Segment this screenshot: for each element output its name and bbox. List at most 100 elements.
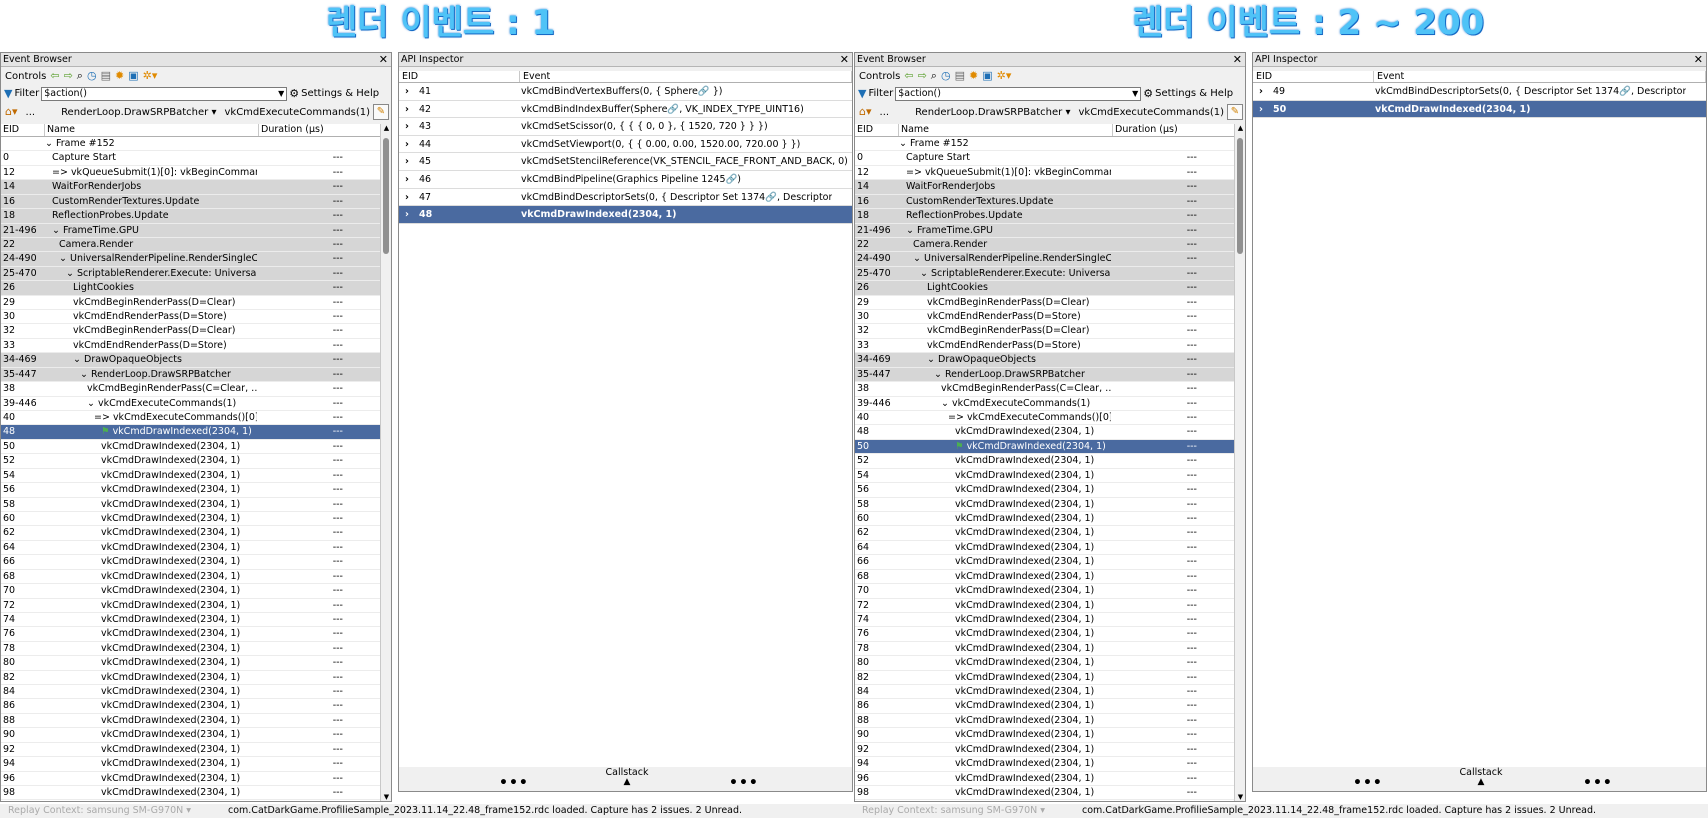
- table-row[interactable]: 90 vkCmdDrawIndexed(2304, 1) ---: [1, 728, 391, 743]
- table-row[interactable]: 38 vkCmdBeginRenderPass(C=Clear, … ---: [855, 382, 1245, 397]
- table-row[interactable]: 66 vkCmdDrawIndexed(2304, 1) ---: [855, 555, 1245, 570]
- scroll-up-icon[interactable]: ▲: [381, 124, 391, 132]
- gear-icon[interactable]: ⚙: [1143, 87, 1153, 100]
- table-row[interactable]: 22 Camera.Render ---: [1, 237, 391, 253]
- api-inspector-list[interactable]: EID Event › 41 vkCmdBindVertexBuffers(0, …: [399, 71, 852, 779]
- table-row[interactable]: 58 vkCmdDrawIndexed(2304, 1) ---: [855, 498, 1245, 512]
- api-row[interactable]: › 47 vkCmdBindDescriptorSets(0, { Descri…: [399, 188, 852, 207]
- chevron-right-icon[interactable]: ›: [1259, 101, 1263, 118]
- table-row[interactable]: 29 vkCmdBeginRenderPass(D=Clear) ---: [855, 296, 1245, 311]
- table-row[interactable]: 96 vkCmdDrawIndexed(2304, 1) ---: [855, 772, 1245, 786]
- table-row[interactable]: 30 vkCmdEndRenderPass(D=Store) ---: [1, 310, 391, 325]
- table-row[interactable]: 34-469 ⌄ DrawOpaqueObjects ---: [855, 353, 1245, 368]
- chevron-right-icon[interactable]: ›: [405, 171, 409, 188]
- breadcrumb-item-executecommands[interactable]: vkCmdExecuteCommands(1): [224, 107, 370, 118]
- chevron-right-icon[interactable]: ›: [1259, 83, 1263, 100]
- close-icon[interactable]: ✕: [379, 53, 388, 66]
- find-icon[interactable]: ⌕: [931, 70, 937, 82]
- edit-pin-icon[interactable]: ✎: [373, 104, 389, 120]
- forward-arrow-icon[interactable]: ⇨: [64, 70, 73, 82]
- table-row[interactable]: 66 vkCmdDrawIndexed(2304, 1) ---: [1, 555, 391, 570]
- breadcrumb-item-executecommands[interactable]: vkCmdExecuteCommands(1): [1078, 107, 1224, 118]
- table-row[interactable]: 54 vkCmdDrawIndexed(2304, 1) ---: [855, 469, 1245, 484]
- settings-dropdown-icon[interactable]: ✲▾: [143, 70, 158, 82]
- table-row[interactable]: 88 vkCmdDrawIndexed(2304, 1) ---: [855, 714, 1245, 729]
- bookmark-icon[interactable]: ▤: [101, 70, 111, 82]
- col-duration[interactable]: Duration (µs): [1113, 124, 1235, 136]
- table-row[interactable]: 16 CustomRenderTextures.Update ---: [1, 194, 391, 210]
- api-row[interactable]: › 43 vkCmdSetScissor(0, { { { 0, 0 }, { …: [399, 118, 852, 136]
- breadcrumb-item-drawsrpbatcher[interactable]: RenderLoop.DrawSRPBatcher ▾: [61, 107, 216, 118]
- table-row[interactable]: 64 vkCmdDrawIndexed(2304, 1) ---: [855, 541, 1245, 556]
- table-row[interactable]: 24-490 ⌄ UniversalRenderPipeline.RenderS…: [855, 252, 1245, 267]
- table-row[interactable]: 60 vkCmdDrawIndexed(2304, 1) ---: [1, 512, 391, 527]
- table-row[interactable]: 90 vkCmdDrawIndexed(2304, 1) ---: [855, 728, 1245, 743]
- filter-input[interactable]: $action() ▼: [895, 86, 1142, 101]
- back-arrow-icon[interactable]: ⇦: [904, 70, 913, 82]
- table-row[interactable]: 86 vkCmdDrawIndexed(2304, 1) ---: [1, 699, 391, 714]
- settings-dropdown-icon[interactable]: ✲▾: [997, 70, 1012, 82]
- table-row[interactable]: 62 vkCmdDrawIndexed(2304, 1) ---: [1, 526, 391, 541]
- chevron-right-icon[interactable]: ›: [405, 101, 409, 118]
- table-row[interactable]: 25-470 ⌄ ScriptableRenderer.Execute: Uni…: [1, 266, 391, 282]
- api-row[interactable]: › 44 vkCmdSetViewport(0, { { 0.00, 0.00,…: [399, 135, 852, 154]
- home-icon[interactable]: ⌂▾: [5, 106, 18, 118]
- clock-icon[interactable]: ◷: [941, 70, 951, 82]
- scroll-up-icon[interactable]: ▲: [1235, 124, 1245, 132]
- scroll-down-icon[interactable]: ▼: [381, 793, 391, 801]
- table-row[interactable]: 50 vkCmdDrawIndexed(2304, 1) ---: [1, 440, 391, 455]
- table-row[interactable]: 94 vkCmdDrawIndexed(2304, 1) ---: [1, 757, 391, 772]
- chevron-down-icon[interactable]: ⌄: [45, 138, 53, 149]
- chevron-down-icon[interactable]: ⌄: [59, 253, 67, 264]
- event-tree[interactable]: EID Name Duration (µs) ⌄ Frame #152 0 Ca…: [1, 124, 391, 801]
- col-eid[interactable]: EID: [399, 71, 520, 82]
- api-inspector-list[interactable]: EID Event › 49 vkCmdBindDescriptorSets(0,…: [1253, 71, 1706, 779]
- api-row[interactable]: › 45 vkCmdSetStencilReference(VK_STENCIL…: [399, 153, 852, 171]
- clock-icon[interactable]: ◷: [87, 70, 97, 82]
- table-row[interactable]: 48 ⚑ vkCmdDrawIndexed(2304, 1) ---: [1, 425, 391, 440]
- table-row[interactable]: 76 vkCmdDrawIndexed(2304, 1) ---: [855, 627, 1245, 642]
- table-row[interactable]: 25-470 ⌄ ScriptableRenderer.Execute: Uni…: [855, 266, 1245, 282]
- event-tree-scrollbar[interactable]: ▲ ▼: [380, 124, 391, 801]
- table-row[interactable]: 84 vkCmdDrawIndexed(2304, 1) ---: [1, 685, 391, 700]
- table-row[interactable]: 70 vkCmdDrawIndexed(2304, 1) ---: [855, 584, 1245, 599]
- table-row[interactable]: 0 Capture Start ---: [1, 151, 391, 166]
- chevron-right-icon[interactable]: ›: [405, 118, 409, 135]
- chevron-down-icon[interactable]: ⌄: [920, 268, 928, 279]
- col-name[interactable]: Name: [899, 124, 1113, 136]
- col-event[interactable]: Event: [1374, 71, 1706, 82]
- table-row[interactable]: 78 vkCmdDrawIndexed(2304, 1) ---: [1, 642, 391, 657]
- chevron-down-icon[interactable]: ⌄: [73, 354, 81, 365]
- table-row[interactable]: 18 ReflectionProbes.Update ---: [855, 209, 1245, 224]
- chevron-down-icon[interactable]: ▼: [1132, 88, 1138, 100]
- table-row[interactable]: 29 vkCmdBeginRenderPass(D=Clear) ---: [1, 296, 391, 311]
- table-row[interactable]: 35-447 ⌄ RenderLoop.DrawSRPBatcher ---: [855, 367, 1245, 383]
- table-row[interactable]: 40 => vkCmdExecuteCommands()[0] ---: [855, 411, 1245, 426]
- table-row[interactable]: 35-447 ⌄ RenderLoop.DrawSRPBatcher ---: [1, 367, 391, 383]
- replay-context[interactable]: Replay Context: samsung SM-G970N ▾: [862, 804, 1045, 818]
- table-row[interactable]: 86 vkCmdDrawIndexed(2304, 1) ---: [855, 699, 1245, 714]
- filter-input[interactable]: $action() ▼: [41, 86, 288, 101]
- settings-help-button[interactable]: Settings & Help: [301, 88, 379, 99]
- table-row[interactable]: 96 vkCmdDrawIndexed(2304, 1) ---: [1, 772, 391, 786]
- more-icon[interactable]: •••: [1353, 775, 1383, 791]
- col-eid[interactable]: EID: [1253, 71, 1374, 82]
- chevron-down-icon[interactable]: ⌄: [87, 398, 95, 409]
- table-row[interactable]: 32 vkCmdBeginRenderPass(D=Clear) ---: [1, 324, 391, 339]
- table-row[interactable]: 70 vkCmdDrawIndexed(2304, 1) ---: [1, 584, 391, 599]
- table-row[interactable]: 33 vkCmdEndRenderPass(D=Store) ---: [855, 339, 1245, 354]
- table-row[interactable]: 34-469 ⌄ DrawOpaqueObjects ---: [1, 353, 391, 368]
- more-icon[interactable]: •••: [499, 775, 529, 791]
- breadcrumb-item-drawsrpbatcher[interactable]: RenderLoop.DrawSRPBatcher ▾: [915, 107, 1070, 118]
- table-row[interactable]: 74 vkCmdDrawIndexed(2304, 1) ---: [1, 613, 391, 628]
- table-row[interactable]: 52 vkCmdDrawIndexed(2304, 1) ---: [1, 454, 391, 469]
- table-row[interactable]: 56 vkCmdDrawIndexed(2304, 1) ---: [1, 483, 391, 498]
- chevron-down-icon[interactable]: ▼: [278, 88, 284, 100]
- breadcrumb-ellipsis[interactable]: ...: [880, 107, 890, 118]
- table-row[interactable]: ⌄ Frame #152: [1, 137, 391, 152]
- callstack-toggle[interactable]: Callstack ▲: [1441, 767, 1521, 787]
- table-row[interactable]: 50 ⚑ vkCmdDrawIndexed(2304, 1) ---: [855, 439, 1245, 455]
- table-row[interactable]: 84 vkCmdDrawIndexed(2304, 1) ---: [855, 685, 1245, 700]
- chevron-down-icon[interactable]: ⌄: [934, 369, 942, 380]
- table-row[interactable]: 33 vkCmdEndRenderPass(D=Store) ---: [1, 339, 391, 354]
